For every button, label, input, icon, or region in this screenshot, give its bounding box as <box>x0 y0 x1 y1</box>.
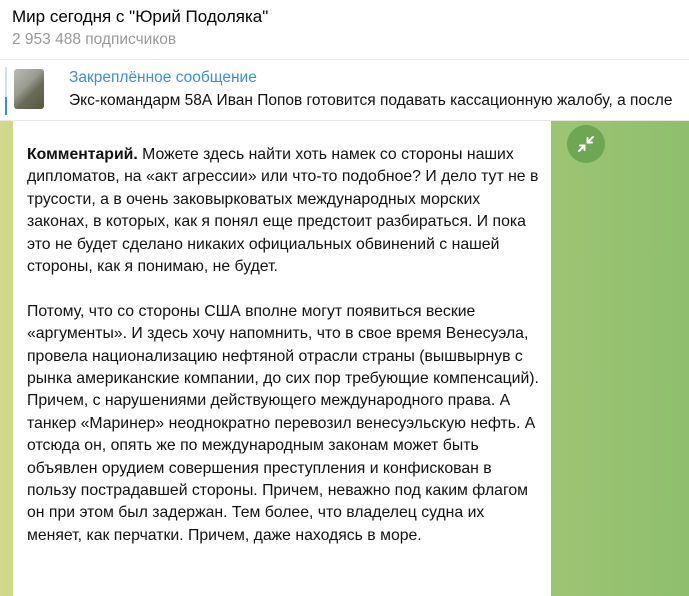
channel-title: Мир сегодня с "Юрий Подоляка" <box>12 7 269 26</box>
collapse-arrows-icon <box>578 136 594 152</box>
pinned-label: Закреплённое сообщение <box>69 69 257 86</box>
channel-header[interactable]: Мир сегодня с "Юрий Подоляка" 2 953 488 … <box>0 0 689 60</box>
chat-area: Комментарий. Можете здесь найти хоть нам… <box>0 121 689 596</box>
pinned-message-bar[interactable]: Закреплённое сообщение Экс-командарм 58А… <box>0 61 689 121</box>
pinned-thumbnail <box>14 69 44 109</box>
subscriber-count: 2 953 488 подписчиков <box>12 31 177 48</box>
collapse-button[interactable] <box>567 125 605 163</box>
message-paragraph-1: Можете здесь найти хоть намек со стороны… <box>27 146 539 276</box>
pinned-indicator <box>5 67 7 115</box>
pinned-text: Экс-командарм 58А Иван Попов готовится п… <box>69 92 673 109</box>
message-text: Комментарий. Можете здесь найти хоть нам… <box>27 144 542 570</box>
message-bold-prefix: Комментарий. <box>27 146 138 163</box>
message-paragraph-2: Потому, что со стороны США вполне могут … <box>27 302 539 544</box>
message-bubble: Комментарий. Можете здесь найти хоть нам… <box>13 121 551 596</box>
